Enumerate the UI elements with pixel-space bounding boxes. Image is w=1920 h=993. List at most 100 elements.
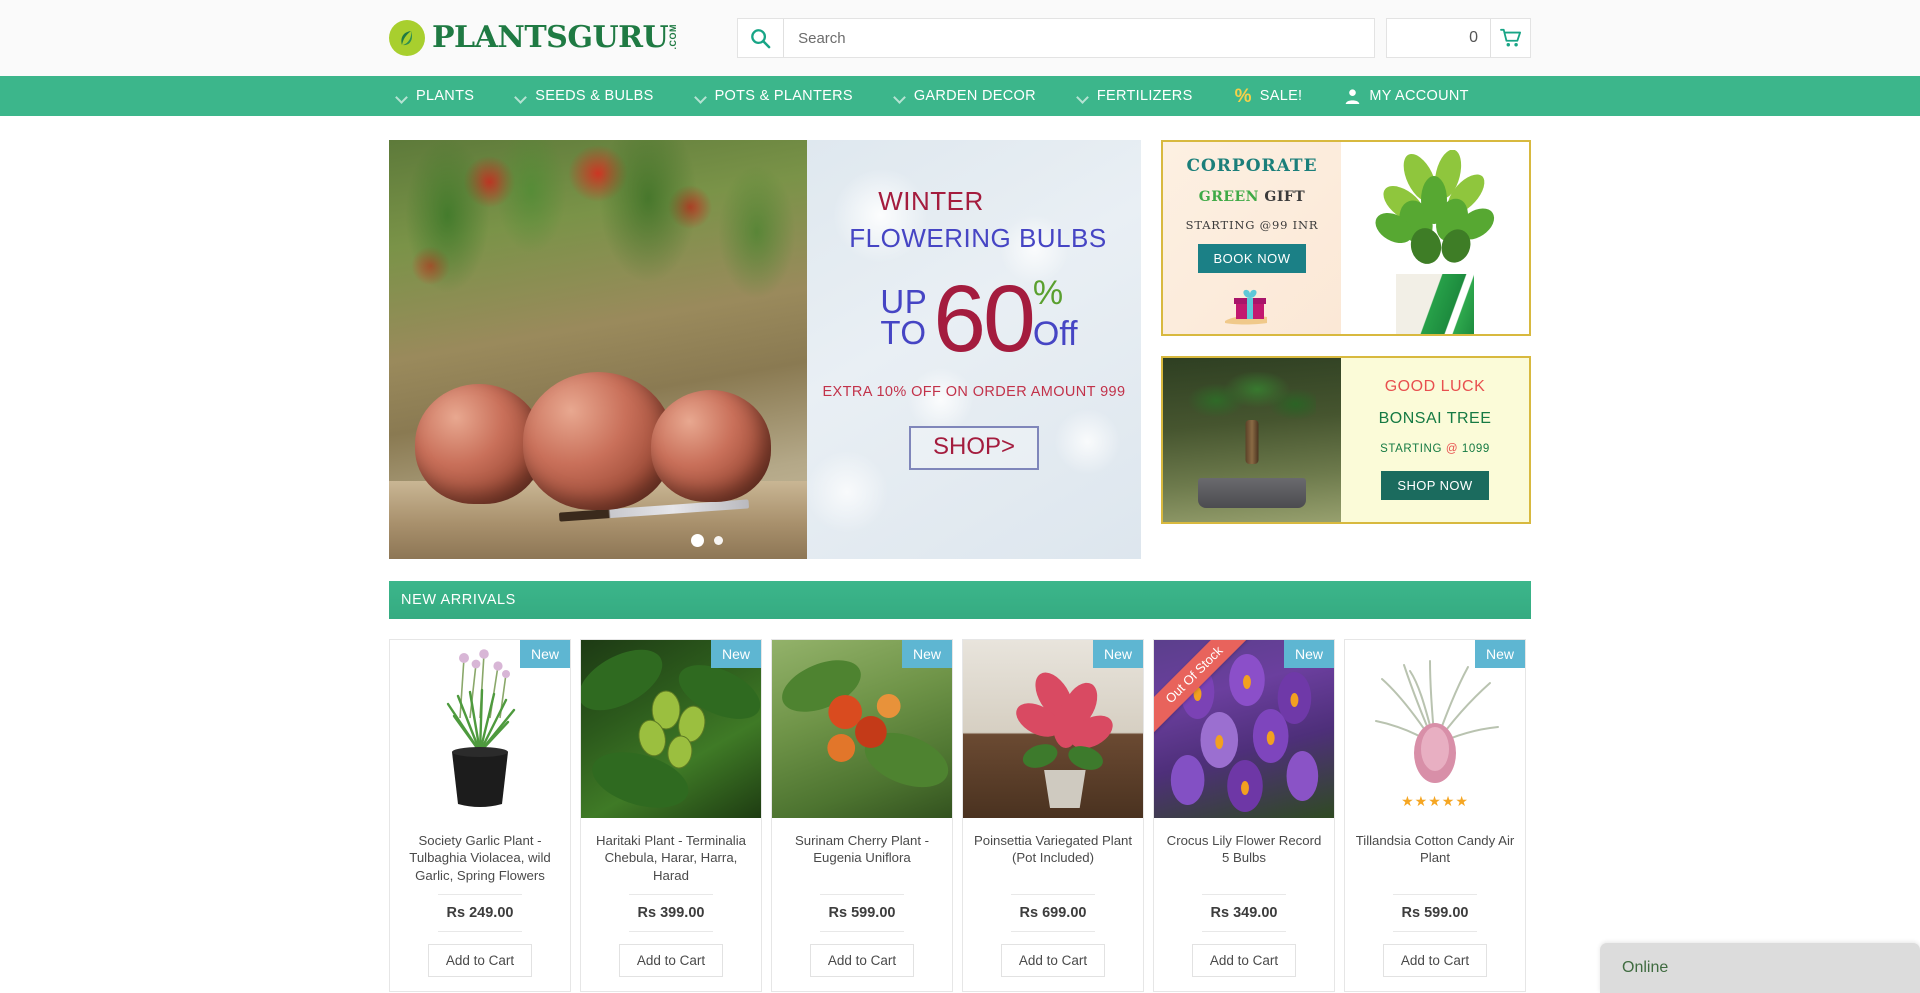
cart-count: 0 — [1469, 29, 1478, 46]
badge-new: New — [710, 640, 761, 668]
nav-item-garden-decor[interactable]: GARDEN DECOR — [895, 76, 1036, 116]
hero-up-label: UP — [880, 283, 928, 320]
nav-label: PLANTS — [416, 88, 475, 104]
product-title: Society Garlic Plant - Tulbaghia Violace… — [409, 833, 551, 883]
search-input[interactable] — [784, 19, 1375, 57]
chevron-down-icon — [516, 93, 527, 100]
logo-wordmark: PLANTSGURU — [432, 20, 669, 55]
search-bar — [737, 18, 1376, 58]
corporate-gift-label: GIFT — [1264, 189, 1306, 205]
shopping-cart-icon — [1490, 19, 1530, 57]
badge-new: New — [1283, 640, 1334, 668]
product-price: Rs 399.00 — [637, 905, 705, 922]
product-card[interactable]: New Haritaki Plant - Terminalia Chebula,… — [580, 639, 762, 993]
product-title: Surinam Cherry Plant - Eugenia Uniflora — [794, 833, 930, 866]
side-banners: CORPORATE GREEN GIFT STARTING @99 INR BO… — [1161, 140, 1531, 559]
product-title: Haritaki Plant - Terminalia Chebula, Har… — [596, 833, 746, 883]
chevron-down-icon — [696, 93, 707, 100]
nav-item-fertilizers[interactable]: FERTILIZERS — [1078, 76, 1193, 116]
badge-new: New — [1474, 640, 1525, 668]
hero-percent-symbol: % — [1032, 274, 1064, 312]
add-to-cart-button[interactable]: Add to Cart — [1192, 944, 1296, 977]
product-card[interactable]: New Surinam Cherry Plant - Eugenia Unifl… — [771, 639, 953, 993]
logo-domain-suffix: .COM — [668, 24, 679, 50]
hero-to-label: TO — [880, 314, 927, 352]
product-card[interactable]: Out Of Stock New Crocus Lily Flower Reco… — [1153, 639, 1335, 993]
product-price: Rs 349.00 — [1210, 905, 1278, 921]
hero-carousel[interactable]: WINTER FLOWERING BULBS UP TO 60 % Off EX… — [389, 140, 1141, 559]
bonsai-photo — [1163, 358, 1341, 522]
book-now-button[interactable]: BOOK NOW — [1197, 244, 1307, 273]
chat-widget[interactable]: Online — [1600, 943, 1920, 993]
hero-shop-button[interactable]: SHOP> — [908, 425, 1040, 470]
add-to-cart-button[interactable]: Add to Cart — [1383, 944, 1487, 977]
site-logo[interactable]: PLANTSGURU .COM — [389, 20, 678, 56]
user-icon — [1344, 88, 1361, 105]
nav-label: POTS & PLANTERS — [714, 88, 853, 104]
leaf-icon — [389, 20, 425, 56]
badge-new: New — [901, 640, 952, 668]
bonsai-price: 1099 — [1458, 443, 1490, 455]
hero-extra-offer: EXTRA 10% OFF ON ORDER AMOUNT 999 — [822, 383, 1126, 400]
divider — [438, 894, 522, 896]
product-price: Rs 699.00 — [1019, 905, 1087, 921]
nav-item-seeds-bulbs[interactable]: SEEDS & BULBS — [516, 76, 653, 116]
nav-label: MY ACCOUNT — [1369, 88, 1469, 104]
hero-off-label: Off — [1032, 315, 1078, 354]
section-title: NEW ARRIVALS — [401, 592, 516, 608]
bonsai-headline: GOOD LUCK — [1384, 378, 1486, 395]
divider — [438, 931, 522, 933]
cart-button[interactable]: 0 — [1386, 18, 1531, 58]
product-price: Rs 599.00 — [1401, 905, 1469, 921]
product-card[interactable]: New Poinsettia Variegated Plant (Pot Inc… — [962, 639, 1144, 993]
carousel-dot-1[interactable] — [691, 534, 704, 547]
divider — [629, 894, 713, 896]
gift-box-icon — [1221, 281, 1279, 332]
nav-item-plants[interactable]: PLANTS — [397, 76, 474, 116]
add-to-cart-button[interactable]: Add to Cart — [619, 944, 723, 978]
corporate-headline: CORPORATE — [1186, 156, 1318, 176]
nav-item-sale[interactable]: % SALE! — [1235, 76, 1303, 116]
hero-discount-value: 60 — [933, 266, 1036, 372]
chevron-down-icon — [397, 93, 408, 100]
corporate-green-label: GREEN — [1198, 189, 1259, 205]
chat-status-label: Online — [1622, 959, 1669, 976]
banner-corporate-gift[interactable]: CORPORATE GREEN GIFT STARTING @99 INR BO… — [1161, 140, 1531, 336]
main-navigation: PLANTS SEEDS & BULBS POTS & PLANTERS GAR… — [0, 76, 1920, 116]
divider — [820, 931, 904, 932]
product-card[interactable]: ★★★★★ New Tillandsia Cotton Candy Air Pl… — [1344, 639, 1526, 993]
carousel-dot-2[interactable] — [714, 536, 723, 545]
divider — [1011, 931, 1095, 932]
badge-new: New — [519, 640, 570, 668]
nav-item-my-account[interactable]: MY ACCOUNT — [1344, 76, 1468, 116]
corporate-pot — [1396, 274, 1474, 334]
product-price: Rs 249.00 — [446, 905, 514, 922]
corporate-pricing: STARTING @99 INR — [1185, 218, 1319, 232]
product-grid: New Society Garlic Plant - Tulbaghia Vio… — [389, 639, 1531, 993]
add-to-cart-button[interactable]: Add to Cart — [810, 944, 914, 977]
divider — [1011, 894, 1095, 895]
product-card[interactable]: New Society Garlic Plant - Tulbaghia Vio… — [389, 639, 571, 993]
add-to-cart-button[interactable]: Add to Cart — [428, 944, 532, 978]
divider — [629, 931, 713, 933]
product-rating-stars: ★★★★★ — [1401, 793, 1469, 809]
carousel-dots — [691, 534, 723, 547]
divider — [1202, 931, 1286, 932]
nav-label: GARDEN DECOR — [913, 88, 1036, 104]
search-icon[interactable] — [738, 19, 785, 57]
divider — [1202, 894, 1286, 895]
nav-label: SALE! — [1259, 88, 1303, 104]
chevron-down-icon — [1078, 93, 1089, 100]
add-to-cart-button[interactable]: Add to Cart — [1001, 944, 1105, 977]
hero-title-line2: FLOWERING BULBS — [849, 223, 1107, 253]
product-title: Crocus Lily Flower Record 5 Bulbs — [1166, 833, 1322, 866]
bonsai-starting-label: STARTING — [1380, 443, 1446, 455]
product-price: Rs 599.00 — [828, 905, 896, 921]
site-header: PLANTSGURU .COM 0 — [0, 0, 1920, 76]
bonsai-subhead: BONSAI TREE — [1378, 410, 1492, 427]
percent-icon: % — [1234, 85, 1252, 107]
nav-item-pots-planters[interactable]: POTS & PLANTERS — [696, 76, 853, 116]
divider — [820, 894, 904, 895]
shop-now-button[interactable]: SHOP NOW — [1381, 471, 1489, 500]
banner-bonsai-tree[interactable]: GOOD LUCK BONSAI TREE STARTING @ 1099 SH… — [1161, 356, 1531, 524]
